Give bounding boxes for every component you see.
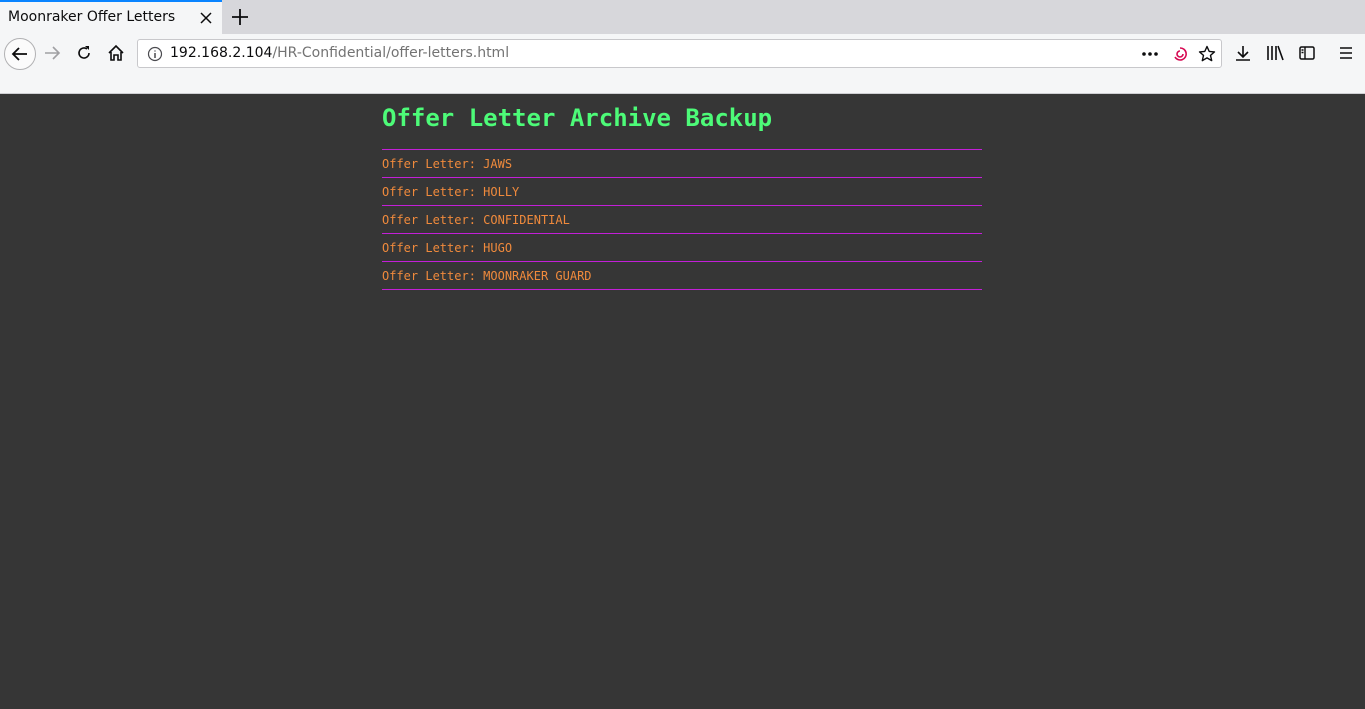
url-text: 192.168.2.104/HR-Confidential/offer-lett… [170,45,509,61]
forward-button[interactable] [37,38,67,68]
home-icon [108,44,124,61]
list-item: Offer Letter: CONFIDENTIAL [382,206,982,234]
list-item: Offer Letter: HUGO [382,234,982,262]
offer-letter-link-moonraker-guard[interactable]: Offer Letter: MOONRAKER GUARD [382,269,592,283]
reload-icon [78,46,90,59]
downloads-button[interactable] [1228,38,1258,68]
navigation-bar: 192.168.2.104/HR-Confidential/offer-lett… [0,34,1365,72]
download-icon [1236,46,1250,61]
toolbar-spacer [0,72,1365,94]
offer-letter-link-hugo[interactable]: Offer Letter: HUGO [382,241,512,255]
menu-button[interactable] [1331,38,1361,68]
offer-letter-link-confidential[interactable]: Offer Letter: CONFIDENTIAL [382,213,570,227]
close-tab-icon[interactable] [196,8,216,28]
offer-letter-list: Offer Letter: JAWS Offer Letter: HOLLY O… [382,149,982,290]
url-host: 192.168.2.104 [170,45,273,61]
page-viewport: Offer Letter Archive Backup Offer Letter… [0,94,1365,709]
offer-letter-link-holly[interactable]: Offer Letter: HOLLY [382,185,519,199]
tab-strip: Moonraker Offer Letters [0,0,1365,34]
new-tab-icon[interactable] [228,5,252,29]
library-button[interactable] [1260,38,1290,68]
list-item: Offer Letter: JAWS [382,150,982,178]
list-item: Offer Letter: HOLLY [382,178,982,206]
reload-button[interactable] [69,38,99,68]
url-path: /HR-Confidential/offer-letters.html [272,45,510,61]
back-button[interactable] [4,38,36,70]
forward-arrow-icon [45,46,61,60]
back-arrow-icon [11,47,27,61]
offer-letter-link-jaws[interactable]: Offer Letter: JAWS [382,157,512,171]
sidebar-button[interactable] [1292,38,1322,68]
info-icon[interactable] [147,46,163,66]
page-actions-icon[interactable] [1140,45,1160,67]
library-icon [1267,45,1284,61]
list-item: Offer Letter: MOONRAKER GUARD [382,262,982,290]
page-content: Offer Letter Archive Backup Offer Letter… [382,94,982,290]
bookmark-star-icon[interactable] [1198,45,1216,67]
hamburger-menu-icon [1340,47,1352,59]
home-button[interactable] [101,38,131,68]
browser-tab[interactable]: Moonraker Offer Letters [0,0,222,34]
sidebar-icon [1299,46,1315,60]
page-title: Offer Letter Archive Backup [382,104,773,132]
url-bar[interactable]: 192.168.2.104/HR-Confidential/offer-lett… [137,39,1222,68]
debian-swirl-icon[interactable] [1171,45,1189,67]
tab-title: Moonraker Offer Letters [8,9,176,25]
